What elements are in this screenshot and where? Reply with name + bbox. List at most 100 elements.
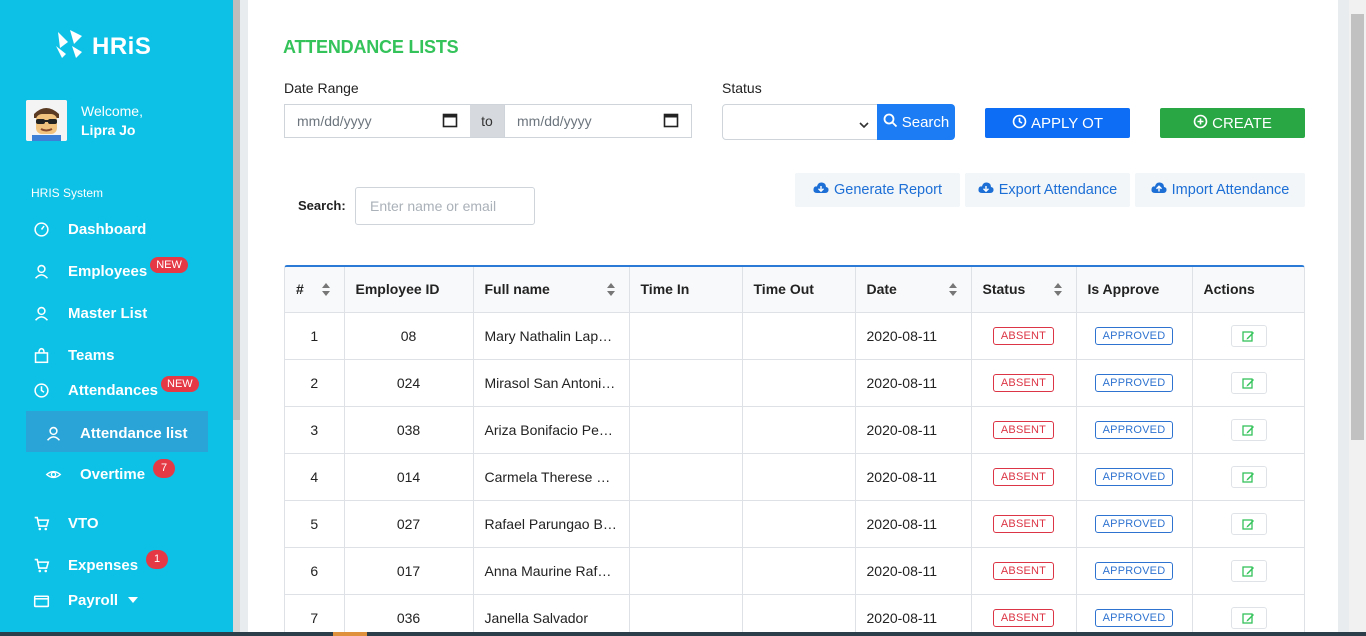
column-header-employee-id[interactable]: Employee ID [344, 267, 474, 313]
page-scrollbar[interactable] [1349, 0, 1366, 636]
column-header-status[interactable]: Status [971, 267, 1077, 313]
edit-button[interactable] [1230, 559, 1267, 582]
cell-num: 6 [285, 547, 345, 595]
cell-date: 2020-08-11 [855, 359, 972, 407]
sort-icon[interactable] [321, 283, 330, 296]
sidebar-item-employees[interactable]: Employees NEW [31, 257, 188, 283]
edit-button[interactable] [1230, 606, 1267, 629]
edit-icon [1242, 518, 1255, 530]
edit-button[interactable] [1230, 324, 1267, 347]
sidebar-item-payroll[interactable]: Payroll [31, 588, 139, 612]
sidebar-item-expenses[interactable]: Expenses 1 [31, 549, 169, 577]
cloud-download-icon [978, 181, 994, 199]
import-attendance-button[interactable]: Import Attendance [1135, 173, 1305, 207]
brand[interactable]: HRiS [52, 28, 151, 65]
table-row[interactable]: 2 024 Mirasol San Antoni… 2020-08-11 ABSENT A… [285, 359, 1304, 407]
cell-num: 2 [285, 359, 345, 407]
approval-badge: APPROVED [1094, 609, 1174, 627]
edit-button[interactable] [1230, 465, 1267, 488]
sidebar-item-attendances[interactable]: Attendances NEW [31, 376, 199, 402]
table-row[interactable]: 5 027 Rafael Parungao Ba… 2020-08-11 ABSENT A… [285, 500, 1304, 548]
plus-circle-icon [1193, 114, 1208, 133]
sidebar-item-vto[interactable]: VTO [31, 511, 99, 535]
approval-badge: APPROVED [1094, 468, 1174, 486]
table-search-placeholder: Enter name or email [370, 198, 497, 214]
page-scrollbar-thumb[interactable] [1351, 14, 1364, 440]
column-header-full-name[interactable]: Full name [473, 267, 630, 313]
sort-icon[interactable] [1053, 283, 1062, 296]
cell-time-in [629, 406, 743, 454]
cell-status: ABSENT [971, 547, 1077, 595]
sidebar-item-teams[interactable]: Teams [31, 343, 114, 367]
edit-button[interactable] [1230, 371, 1267, 394]
column-header-time-out[interactable]: Time Out [742, 267, 856, 313]
date-from-input[interactable]: mm/dd/yyyy [284, 104, 471, 138]
page-title: ATTENDANCE LISTS [283, 37, 459, 57]
column-header-date[interactable]: Date [855, 267, 972, 313]
cell-is-approve: APPROVED [1076, 359, 1193, 407]
cell-employee-id: 038 [344, 406, 474, 454]
column-header-label: Actions [1203, 281, 1255, 298]
generate-report-button[interactable]: Generate Report [795, 173, 960, 207]
cell-actions [1192, 594, 1304, 636]
column-header-label: Is Approve [1087, 281, 1160, 298]
cell-employee-id: 017 [344, 547, 474, 595]
cell-time-in [629, 359, 743, 407]
sort-icon[interactable] [606, 283, 615, 296]
edit-button[interactable] [1230, 512, 1267, 535]
status-select[interactable] [722, 104, 878, 140]
cell-num: 5 [285, 500, 345, 548]
table-row[interactable]: 6 017 Anna Maurine Rafal… 2020-08-11 ABSENT A… [285, 547, 1304, 595]
table-row[interactable]: 7 036 Janella Salvador 2020-08-11 ABSENT APPR… [285, 594, 1304, 636]
column-header-num[interactable]: # [285, 267, 345, 313]
table-search-input[interactable]: Enter name or email [355, 187, 535, 225]
table-row[interactable]: 3 038 Ariza Bonifacio Perez 2020-08-11 ABSEN… [285, 406, 1304, 454]
sidebar-item-master-list[interactable]: Master List [31, 301, 147, 325]
cell-num: 7 [285, 594, 345, 636]
edit-button[interactable] [1230, 418, 1267, 441]
cell-status: ABSENT [971, 312, 1077, 360]
cell-full-name: Mary Nathalin Lape… [473, 312, 630, 360]
sidebar-item-attendance-list[interactable]: Attendance list [43, 421, 188, 445]
cell-full-name: Anna Maurine Rafal… [473, 547, 630, 595]
calendar-icon[interactable] [442, 112, 458, 131]
sidebar-item-dashboard[interactable]: Dashboard [31, 217, 146, 241]
column-header-actions: Actions [1192, 267, 1304, 313]
create-button[interactable]: CREATE [1160, 108, 1305, 138]
sidebar-scrollbar[interactable] [233, 0, 240, 636]
search-button[interactable]: Search [877, 104, 955, 140]
column-header-label: Status [982, 281, 1026, 298]
cell-date: 2020-08-11 [855, 453, 972, 501]
user-profile[interactable]: Welcome, Lipra Jo [26, 100, 143, 141]
cell-actions [1192, 359, 1304, 407]
sidebar-scrollbar-thumb[interactable] [233, 0, 240, 420]
create-label: CREATE [1212, 114, 1272, 132]
calendar-icon[interactable] [663, 112, 679, 131]
sort-icon[interactable] [948, 283, 957, 296]
export-attendance-button[interactable]: Export Attendance [965, 173, 1130, 207]
attendance-table: # Employee ID Full name Time In Time Out… [284, 265, 1305, 636]
approval-badge: APPROVED [1094, 515, 1174, 533]
table-row[interactable]: 1 08 Mary Nathalin Lape… 2020-08-11 ABSENT AP… [285, 312, 1304, 360]
sidebar-item-label: Overtime [80, 465, 146, 483]
apply-ot-button[interactable]: APPLY OT [985, 108, 1130, 138]
sidebar-item-overtime[interactable]: Overtime 7 [43, 458, 176, 486]
cell-status: ABSENT [971, 453, 1077, 501]
date-to-input[interactable]: mm/dd/yyyy [504, 104, 692, 138]
approval-badge: APPROVED [1094, 421, 1174, 439]
cell-actions [1192, 312, 1304, 360]
cell-date: 2020-08-11 [855, 500, 972, 548]
edit-icon [1242, 612, 1255, 624]
count-badge: 7 [153, 458, 176, 478]
wallet-icon [31, 590, 51, 610]
cart-icon [31, 555, 51, 575]
column-header-is-approve[interactable]: Is Approve [1076, 267, 1193, 313]
main-content: ATTENDANCE LISTS Date Range mm/dd/yyyy t… [248, 0, 1338, 636]
cell-actions [1192, 406, 1304, 454]
column-header-time-in[interactable]: Time In [629, 267, 743, 313]
clock-icon [1012, 114, 1027, 133]
table-row[interactable]: 4 014 Carmela Therese Cr… 2020-08-11 ABSENT A… [285, 453, 1304, 501]
cell-is-approve: APPROVED [1076, 594, 1193, 636]
column-header-label: Date [866, 281, 897, 298]
status-badge: ABSENT [992, 421, 1055, 439]
